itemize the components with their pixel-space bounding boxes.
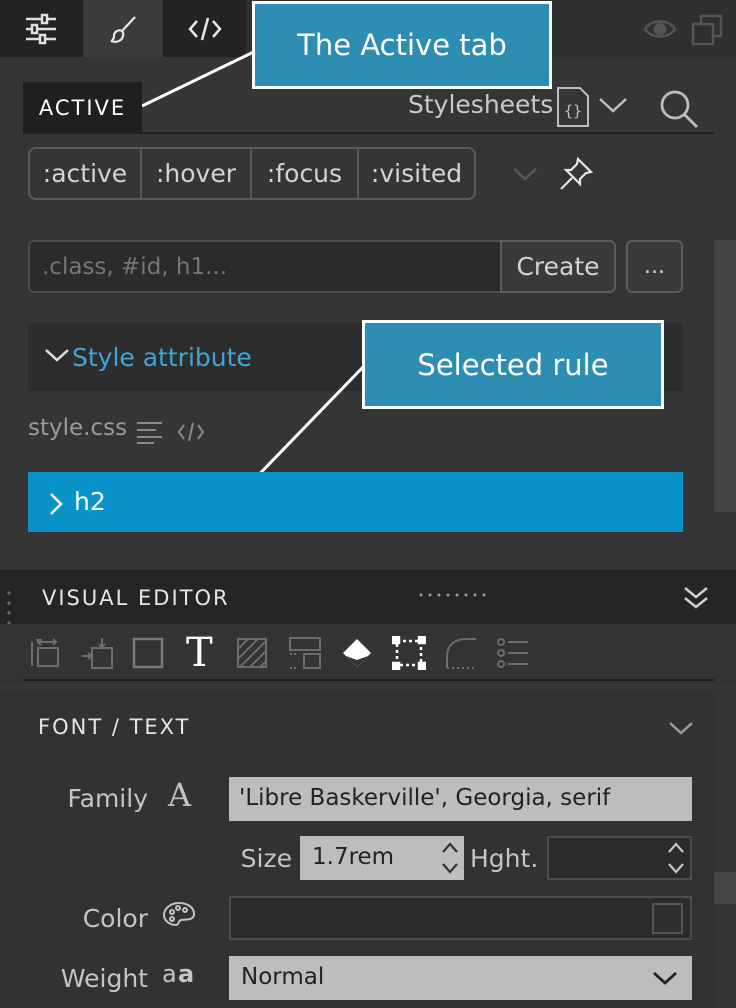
size-label: Size xyxy=(240,844,292,873)
color-swatch[interactable] xyxy=(652,903,683,934)
chevron-down-icon[interactable] xyxy=(652,970,678,986)
padding-icon[interactable] xyxy=(80,636,114,670)
scrollbar-thumb[interactable] xyxy=(714,872,736,904)
pin-icon[interactable] xyxy=(558,156,594,192)
border-icon[interactable] xyxy=(132,637,164,669)
collapse-all-icon[interactable] xyxy=(682,584,710,612)
sliders-icon xyxy=(24,12,58,46)
pseudo-focus-button[interactable]: :focus xyxy=(252,149,359,198)
lines-icon[interactable] xyxy=(136,419,164,445)
code-icon xyxy=(188,16,222,42)
fill-diamond-icon[interactable] xyxy=(340,636,374,670)
selected-rule-row[interactable] xyxy=(28,472,683,532)
tab-settings[interactable] xyxy=(0,0,82,57)
eye-icon[interactable] xyxy=(643,17,677,41)
family-label: Family xyxy=(67,784,148,813)
stylesheet-file-icon[interactable]: {} xyxy=(556,86,590,128)
chevron-down-icon[interactable] xyxy=(512,166,538,182)
pseudo-hover-button[interactable]: :hover xyxy=(142,149,252,198)
divider xyxy=(23,132,714,134)
style-attribute-label[interactable]: Style attribute xyxy=(72,343,252,372)
chevron-right-icon[interactable] xyxy=(48,492,64,516)
stepper-icon[interactable] xyxy=(666,840,686,876)
create-button[interactable]: Create xyxy=(500,240,616,293)
chevron-down-icon[interactable] xyxy=(44,347,70,363)
list-icon[interactable] xyxy=(496,636,530,670)
font-family-input[interactable]: 'Libre Baskerville', Georgia, serif xyxy=(229,777,692,821)
stepper-icon[interactable] xyxy=(440,840,460,876)
chevron-down-icon[interactable] xyxy=(598,96,628,114)
search-icon[interactable] xyxy=(658,88,700,130)
svg-text:A: A xyxy=(167,778,192,812)
font-weight-select[interactable]: Normal xyxy=(229,956,692,1000)
svg-text:{}: {} xyxy=(564,102,582,120)
active-tab-label[interactable]: ACTIVE xyxy=(23,82,142,134)
svg-text:T: T xyxy=(186,632,213,670)
callout-active-tab: The Active tab xyxy=(252,1,552,89)
layout-icon[interactable] xyxy=(288,636,322,670)
scrollbar-thumb[interactable] xyxy=(714,240,736,512)
svg-text:a: a xyxy=(178,960,194,988)
palette-icon xyxy=(162,901,196,929)
color-input[interactable] xyxy=(229,896,692,940)
pseudo-visited-button[interactable]: :visited xyxy=(359,149,474,198)
selected-rule-label[interactable]: h2 xyxy=(74,487,106,516)
stylesheets-label[interactable]: Stylesheets xyxy=(408,90,553,119)
more-options-button[interactable]: ... xyxy=(626,240,683,293)
section-title[interactable]: FONT / TEXT xyxy=(38,715,191,739)
callout-selected-rule: Selected rule xyxy=(362,320,664,409)
chevron-down-icon[interactable] xyxy=(668,720,694,736)
pseudo-class-group: :active :hover :focus :visited xyxy=(28,147,476,200)
background-icon[interactable] xyxy=(236,637,268,669)
stylesheet-name[interactable]: style.css xyxy=(28,415,127,441)
paintbrush-icon xyxy=(108,14,138,44)
box-dashed-icon[interactable] xyxy=(392,636,426,670)
color-label: Color xyxy=(82,904,148,933)
margin-icon[interactable] xyxy=(28,636,62,670)
divider xyxy=(23,679,714,681)
text-icon[interactable]: T xyxy=(184,632,216,670)
selector-input[interactable] xyxy=(28,240,502,293)
font-weight-icon: aa xyxy=(161,958,199,990)
height-label: Hght. xyxy=(470,844,539,873)
radius-icon[interactable] xyxy=(444,636,478,670)
pseudo-active-button[interactable]: :active xyxy=(30,149,142,198)
duplicate-icon[interactable] xyxy=(690,13,724,47)
svg-text:a: a xyxy=(162,960,177,988)
code-icon[interactable] xyxy=(177,421,205,443)
resize-grip-icon[interactable] xyxy=(418,592,486,598)
visual-editor-title: VISUAL EDITOR xyxy=(42,586,230,610)
weight-label: Weight xyxy=(60,964,148,993)
callout-pointer-line xyxy=(141,44,267,108)
font-family-icon: A xyxy=(166,778,196,812)
